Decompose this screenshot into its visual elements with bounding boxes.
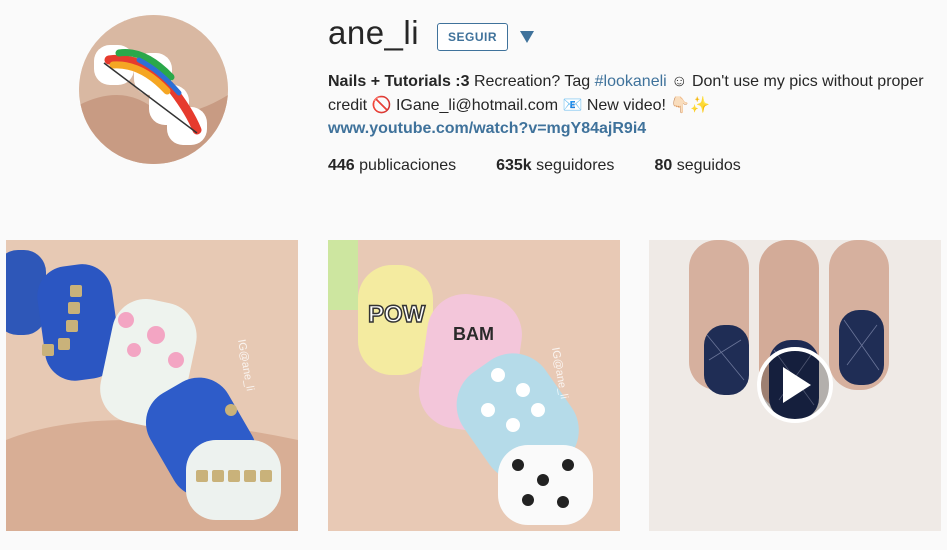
profile-username: ane_li (328, 14, 420, 51)
profile-stats: 446 publicaciones 635k seguidores 80 seg… (328, 157, 781, 175)
bio-hashtag-link[interactable]: #lookaneli (595, 73, 667, 90)
pow-text: POW (368, 301, 426, 328)
bio-title: Nails + Tutorials :3 (328, 73, 470, 90)
bam-text: BAM (453, 324, 494, 344)
bio-website-link[interactable]: www.youtube.com/watch?v=mgY84ajR9i4 (328, 117, 928, 141)
play-icon[interactable] (757, 347, 833, 423)
profile-bio: Nails + Tutorials :3 Recreation? Tag #lo… (328, 70, 928, 141)
post-thumbnail-1[interactable]: IG@ane_li (6, 240, 298, 531)
dropdown-arrow-icon[interactable] (518, 29, 536, 45)
bio-text: Recreation? Tag (469, 73, 595, 90)
profile-avatar (79, 15, 228, 164)
stat-posts: 446 publicaciones (328, 157, 457, 174)
post-thumbnail-3[interactable] (649, 240, 941, 531)
stat-following[interactable]: 80 seguidos (654, 157, 740, 175)
follow-button[interactable]: SEGUIR (437, 23, 508, 51)
post-thumbnail-2[interactable]: POW BAM IG@ane_li (328, 240, 620, 531)
stat-followers[interactable]: 635k seguidores (496, 157, 614, 175)
